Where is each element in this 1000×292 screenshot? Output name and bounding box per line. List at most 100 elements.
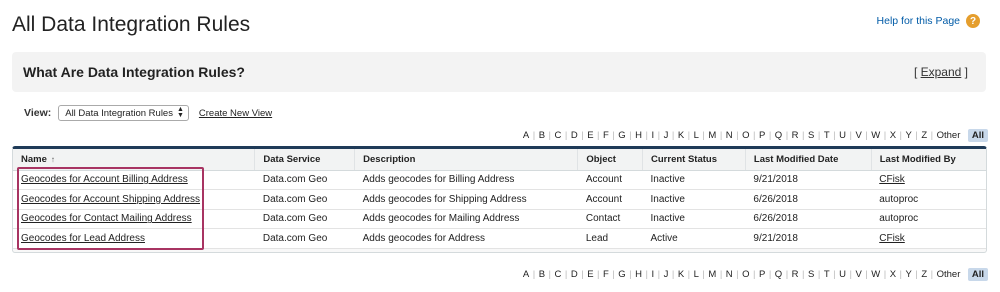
- alpha-a-bottom[interactable]: A: [519, 269, 532, 280]
- alpha-k-bottom[interactable]: K: [674, 269, 687, 280]
- col-last-modified-by[interactable]: Last Modified By: [870, 149, 986, 171]
- create-new-view-link[interactable]: Create New View: [199, 108, 272, 119]
- col-current-status[interactable]: Current Status: [642, 149, 746, 171]
- alpha-g-top[interactable]: G: [615, 130, 629, 141]
- modified-by-link[interactable]: CFisk: [879, 233, 905, 244]
- alpha-r-bottom[interactable]: R: [788, 269, 802, 280]
- alpha-m-top[interactable]: M: [705, 130, 720, 141]
- alpha-q-top[interactable]: Q: [771, 130, 785, 141]
- modified-date-cell: 6/26/2018: [745, 189, 872, 210]
- alpha-u-top[interactable]: U: [836, 130, 850, 141]
- data-service-cell: Data.com Geo: [254, 170, 355, 190]
- col-object[interactable]: Object: [577, 149, 643, 171]
- alpha-filter-bottom: A | B | C | D | E | F | G | H | I | J | K | L | M | N | O | P | Q | R | S | T |…: [519, 268, 988, 281]
- view-select-value: All Data Integration Rules: [65, 107, 173, 119]
- info-title: What Are Data Integration Rules?: [23, 64, 245, 80]
- alpha-k-top[interactable]: K: [674, 130, 687, 141]
- status-cell: Active: [642, 228, 746, 249]
- alpha-other-top[interactable]: Other: [933, 130, 964, 141]
- alpha-u-bottom[interactable]: U: [836, 269, 850, 280]
- rule-name-link[interactable]: Geocodes for Account Billing Address: [21, 174, 188, 185]
- alpha-i-top[interactable]: I: [648, 130, 658, 141]
- alpha-t-top[interactable]: T: [820, 130, 833, 141]
- select-arrows-icon: ▲ ▼: [176, 106, 184, 119]
- alpha-f-bottom[interactable]: F: [600, 269, 613, 280]
- col-data-service[interactable]: Data Service: [254, 149, 355, 171]
- expand-control: [ Expand ]: [914, 65, 968, 79]
- modified-by-cell: CFisk: [871, 228, 986, 249]
- alpha-y-top[interactable]: Y: [902, 130, 915, 141]
- alpha-i-bottom[interactable]: I: [648, 269, 658, 280]
- object-cell: Account: [577, 170, 643, 190]
- alpha-p-top[interactable]: P: [755, 130, 768, 141]
- table-row: Geocodes for Contact Mailing Address Data…: [13, 209, 986, 229]
- alpha-s-top[interactable]: S: [805, 130, 818, 141]
- alpha-y-bottom[interactable]: Y: [902, 269, 915, 280]
- question-icon[interactable]: ?: [966, 14, 980, 28]
- info-section: What Are Data Integration Rules? [ Expan…: [12, 52, 986, 92]
- alpha-t-bottom[interactable]: T: [820, 269, 833, 280]
- alpha-n-bottom[interactable]: N: [722, 269, 736, 280]
- view-select[interactable]: All Data Integration Rules ▲ ▼: [58, 105, 189, 121]
- alpha-l-top[interactable]: L: [690, 130, 702, 141]
- alpha-other-bottom[interactable]: Other: [933, 269, 964, 280]
- alpha-o-top[interactable]: O: [739, 130, 753, 141]
- name-cell: Geocodes for Lead Address: [13, 228, 255, 249]
- alpha-z-top[interactable]: Z: [918, 130, 931, 141]
- alpha-h-bottom[interactable]: H: [632, 269, 646, 280]
- modified-by-cell: autoproc: [871, 189, 986, 210]
- modified-by-link[interactable]: CFisk: [879, 174, 905, 185]
- alpha-z-bottom[interactable]: Z: [918, 269, 931, 280]
- alpha-q-bottom[interactable]: Q: [771, 269, 785, 280]
- alpha-m-bottom[interactable]: M: [705, 269, 720, 280]
- alpha-n-top[interactable]: N: [722, 130, 736, 141]
- status-cell: Inactive: [642, 209, 746, 229]
- data-service-cell: Data.com Geo: [254, 189, 355, 210]
- alpha-v-top[interactable]: V: [852, 130, 865, 141]
- alpha-l-bottom[interactable]: L: [690, 269, 702, 280]
- rule-name-link[interactable]: Geocodes for Lead Address: [21, 233, 145, 244]
- description-cell: Adds geocodes for Shipping Address: [354, 189, 578, 210]
- alpha-b-bottom[interactable]: B: [535, 269, 548, 280]
- col-description[interactable]: Description: [354, 149, 578, 171]
- alpha-p-bottom[interactable]: P: [755, 269, 768, 280]
- expand-link[interactable]: Expand: [921, 65, 962, 79]
- alpha-v-bottom[interactable]: V: [852, 269, 865, 280]
- alpha-e-top[interactable]: E: [584, 130, 597, 141]
- name-cell: Geocodes for Account Billing Address: [13, 170, 255, 190]
- alpha-j-top[interactable]: J: [660, 130, 672, 141]
- help-link[interactable]: Help for this Page ?: [877, 14, 980, 28]
- sort-up-icon[interactable]: ↑: [51, 155, 55, 164]
- name-cell: Geocodes for Contact Mailing Address: [13, 209, 255, 229]
- alpha-g-bottom[interactable]: G: [615, 269, 629, 280]
- alpha-d-top[interactable]: D: [567, 130, 581, 141]
- alpha-d-bottom[interactable]: D: [567, 269, 581, 280]
- alpha-r-top[interactable]: R: [788, 130, 802, 141]
- alpha-e-bottom[interactable]: E: [584, 269, 597, 280]
- alpha-b-top[interactable]: B: [535, 130, 548, 141]
- alpha-w-bottom[interactable]: W: [868, 269, 884, 280]
- alpha-f-top[interactable]: F: [600, 130, 613, 141]
- alpha-w-top[interactable]: W: [868, 130, 884, 141]
- alpha-x-bottom[interactable]: X: [886, 269, 899, 280]
- expand-close-bracket: ]: [961, 65, 968, 79]
- modified-date-cell: 6/26/2018: [745, 209, 872, 229]
- alpha-s-bottom[interactable]: S: [805, 269, 818, 280]
- alpha-a-top[interactable]: A: [519, 130, 532, 141]
- rule-name-link[interactable]: Geocodes for Account Shipping Address: [21, 194, 200, 205]
- alpha-all-bottom[interactable]: All: [967, 268, 988, 281]
- alpha-h-top[interactable]: H: [632, 130, 646, 141]
- alpha-o-bottom[interactable]: O: [739, 269, 753, 280]
- alpha-c-top[interactable]: C: [551, 130, 565, 141]
- table-row: Geocodes for Account Billing Address Data…: [13, 170, 986, 190]
- col-name[interactable]: Name ↑: [13, 149, 255, 171]
- alpha-x-top[interactable]: X: [886, 130, 899, 141]
- table-row: Geocodes for Account Shipping Address Dat…: [13, 189, 986, 210]
- rule-name-link[interactable]: Geocodes for Contact Mailing Address: [21, 213, 192, 224]
- alpha-j-bottom[interactable]: J: [660, 269, 672, 280]
- help-label[interactable]: Help for this Page: [877, 15, 960, 27]
- col-last-modified-date[interactable]: Last Modified Date: [744, 149, 872, 171]
- alpha-all-top[interactable]: All: [967, 129, 988, 142]
- alpha-c-bottom[interactable]: C: [551, 269, 565, 280]
- description-cell: Adds geocodes for Address: [354, 228, 578, 249]
